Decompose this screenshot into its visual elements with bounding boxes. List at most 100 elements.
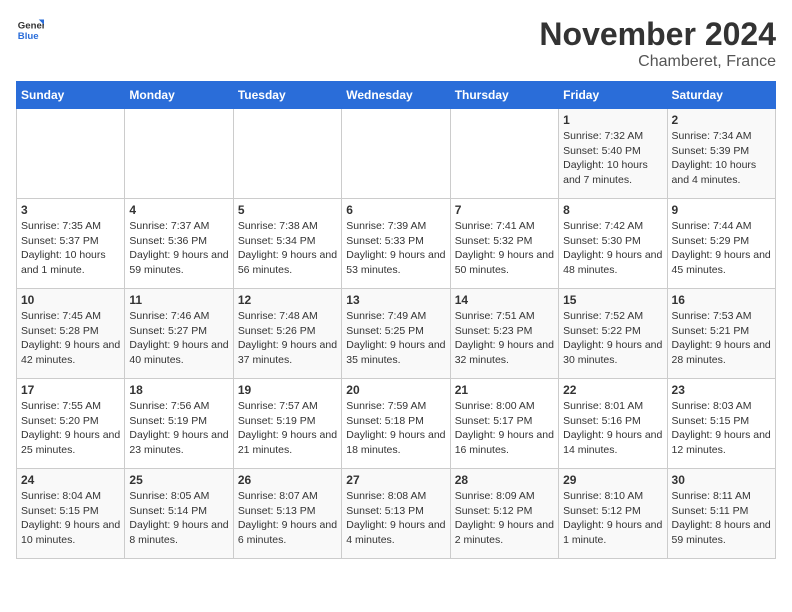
table-row: 30Sunrise: 8:11 AM Sunset: 5:11 PM Dayli… — [667, 469, 775, 559]
title-area: November 2024 Chamberet, France — [539, 16, 776, 71]
table-row: 6 Sunrise: 7:39 AM Sunset: 5:33 PM Daylig… — [342, 199, 450, 289]
day-detail: Sunrise: 7:52 AM Sunset: 5:22 PM Dayligh… — [563, 309, 662, 368]
table-row: 13Sunrise: 7:49 AM Sunset: 5:25 PM Dayli… — [342, 289, 450, 379]
day-number: 12 — [238, 293, 337, 307]
day-number: 25 — [129, 473, 228, 487]
calendar-week-row: 3Sunrise: 7:35 AM Sunset: 5:37 PM Daylig… — [17, 199, 776, 289]
day-number: 5 — [238, 203, 337, 217]
table-row: 2 Sunrise: 7:34 AM Sunset: 5:39 PM Daylig… — [667, 109, 775, 199]
day-detail: Sunrise: 7:46 AM Sunset: 5:27 PM Dayligh… — [129, 309, 228, 368]
table-row: 19 Sunrise: 7:57 AM Sunset: 5:19 PM Dayli… — [233, 379, 341, 469]
table-row: 16 Sunrise: 7:53 AM Sunset: 5:21 PM Dayli… — [667, 289, 775, 379]
day-detail: Sunrise: 8:09 AM Sunset: 5:12 PM Dayligh… — [455, 489, 554, 548]
day-detail: Sunrise: 7:44 AM Sunset: 5:29 PM Dayligh… — [672, 219, 771, 278]
header-wednesday: Wednesday — [342, 82, 450, 109]
table-row: 15 Sunrise: 7:52 AM Sunset: 5:22 PM Dayli… — [559, 289, 667, 379]
day-detail: Sunrise: 7:34 AM Sunset: 5:39 PM Dayligh… — [672, 129, 771, 188]
day-detail: Sunrise: 7:32 AM Sunset: 5:40 PM Dayligh… — [563, 129, 662, 188]
day-detail: Sunrise: 7:55 AM Sunset: 5:20 PM Dayligh… — [21, 399, 120, 458]
day-detail: Sunrise: 7:41 AM Sunset: 5:32 PM Dayligh… — [455, 219, 554, 278]
table-row: 25Sunrise: 8:05 AM Sunset: 5:14 PM Dayli… — [125, 469, 233, 559]
table-row: 12 Sunrise: 7:48 AM Sunset: 5:26 PM Dayli… — [233, 289, 341, 379]
table-row — [17, 109, 125, 199]
day-number: 6 — [346, 203, 445, 217]
day-number: 1 — [563, 113, 662, 127]
table-row — [342, 109, 450, 199]
calendar-week-row: 10Sunrise: 7:45 AM Sunset: 5:28 PM Dayli… — [17, 289, 776, 379]
day-detail: Sunrise: 8:08 AM Sunset: 5:13 PM Dayligh… — [346, 489, 445, 548]
table-row: 22Sunrise: 8:01 AM Sunset: 5:16 PM Dayli… — [559, 379, 667, 469]
day-number: 26 — [238, 473, 337, 487]
table-row: 18 Sunrise: 7:56 AM Sunset: 5:19 PM Dayli… — [125, 379, 233, 469]
day-number: 27 — [346, 473, 445, 487]
day-detail: Sunrise: 8:03 AM Sunset: 5:15 PM Dayligh… — [672, 399, 771, 458]
day-number: 30 — [672, 473, 771, 487]
table-row — [125, 109, 233, 199]
table-row: 8 Sunrise: 7:42 AM Sunset: 5:30 PM Daylig… — [559, 199, 667, 289]
header-sunday: Sunday — [17, 82, 125, 109]
table-row: 26 Sunrise: 8:07 AM Sunset: 5:13 PM Dayli… — [233, 469, 341, 559]
table-row: 21 Sunrise: 8:00 AM Sunset: 5:17 PM Dayli… — [450, 379, 558, 469]
table-row: 9 Sunrise: 7:44 AM Sunset: 5:29 PM Daylig… — [667, 199, 775, 289]
logo-icon: General Blue — [16, 16, 44, 44]
day-number: 8 — [563, 203, 662, 217]
table-row — [450, 109, 558, 199]
table-row: 3Sunrise: 7:35 AM Sunset: 5:37 PM Daylig… — [17, 199, 125, 289]
day-number: 23 — [672, 383, 771, 397]
day-number: 24 — [21, 473, 120, 487]
table-row: 14 Sunrise: 7:51 AM Sunset: 5:23 PM Dayli… — [450, 289, 558, 379]
table-row: 24 Sunrise: 8:04 AM Sunset: 5:15 PM Dayli… — [17, 469, 125, 559]
day-number: 14 — [455, 293, 554, 307]
day-detail: Sunrise: 7:56 AM Sunset: 5:19 PM Dayligh… — [129, 399, 228, 458]
table-row: 29 Sunrise: 8:10 AM Sunset: 5:12 PM Dayli… — [559, 469, 667, 559]
calendar-week-row: 1 Sunrise: 7:32 AM Sunset: 5:40 PM Daylig… — [17, 109, 776, 199]
day-detail: Sunrise: 8:10 AM Sunset: 5:12 PM Dayligh… — [563, 489, 662, 548]
logo: General Blue — [16, 16, 44, 44]
table-row: 7Sunrise: 7:41 AM Sunset: 5:32 PM Daylig… — [450, 199, 558, 289]
day-number: 15 — [563, 293, 662, 307]
svg-text:Blue: Blue — [18, 31, 39, 42]
day-detail: Sunrise: 7:53 AM Sunset: 5:21 PM Dayligh… — [672, 309, 771, 368]
day-detail: Sunrise: 7:45 AM Sunset: 5:28 PM Dayligh… — [21, 309, 120, 368]
day-detail: Sunrise: 8:00 AM Sunset: 5:17 PM Dayligh… — [455, 399, 554, 458]
table-row: 4Sunrise: 7:37 AM Sunset: 5:36 PM Daylig… — [125, 199, 233, 289]
day-detail: Sunrise: 8:07 AM Sunset: 5:13 PM Dayligh… — [238, 489, 337, 548]
calendar-week-row: 24 Sunrise: 8:04 AM Sunset: 5:15 PM Dayli… — [17, 469, 776, 559]
day-detail: Sunrise: 8:04 AM Sunset: 5:15 PM Dayligh… — [21, 489, 120, 548]
table-row: 28 Sunrise: 8:09 AM Sunset: 5:12 PM Dayli… — [450, 469, 558, 559]
table-row: 11 Sunrise: 7:46 AM Sunset: 5:27 PM Dayli… — [125, 289, 233, 379]
day-number: 3 — [21, 203, 120, 217]
day-detail: Sunrise: 7:51 AM Sunset: 5:23 PM Dayligh… — [455, 309, 554, 368]
day-number: 22 — [563, 383, 662, 397]
day-number: 18 — [129, 383, 228, 397]
table-row: 17 Sunrise: 7:55 AM Sunset: 5:20 PM Dayli… — [17, 379, 125, 469]
day-number: 21 — [455, 383, 554, 397]
header-thursday: Thursday — [450, 82, 558, 109]
day-number: 9 — [672, 203, 771, 217]
day-number: 17 — [21, 383, 120, 397]
header-saturday: Saturday — [667, 82, 775, 109]
header-tuesday: Tuesday — [233, 82, 341, 109]
calendar-title: November 2024 — [539, 16, 776, 53]
day-detail: Sunrise: 7:42 AM Sunset: 5:30 PM Dayligh… — [563, 219, 662, 278]
table-row: 10Sunrise: 7:45 AM Sunset: 5:28 PM Dayli… — [17, 289, 125, 379]
header-friday: Friday — [559, 82, 667, 109]
table-row: 5Sunrise: 7:38 AM Sunset: 5:34 PM Daylig… — [233, 199, 341, 289]
table-row: 27 Sunrise: 8:08 AM Sunset: 5:13 PM Dayli… — [342, 469, 450, 559]
table-row: 23 Sunrise: 8:03 AM Sunset: 5:15 PM Dayli… — [667, 379, 775, 469]
weekday-header-row: Sunday Monday Tuesday Wednesday Thursday… — [17, 82, 776, 109]
day-number: 2 — [672, 113, 771, 127]
day-number: 19 — [238, 383, 337, 397]
calendar-table: Sunday Monday Tuesday Wednesday Thursday… — [16, 81, 776, 559]
day-detail: Sunrise: 7:49 AM Sunset: 5:25 PM Dayligh… — [346, 309, 445, 368]
day-number: 11 — [129, 293, 228, 307]
header-monday: Monday — [125, 82, 233, 109]
day-detail: Sunrise: 7:57 AM Sunset: 5:19 PM Dayligh… — [238, 399, 337, 458]
day-number: 29 — [563, 473, 662, 487]
day-detail: Sunrise: 7:39 AM Sunset: 5:33 PM Dayligh… — [346, 219, 445, 278]
day-detail: Sunrise: 7:48 AM Sunset: 5:26 PM Dayligh… — [238, 309, 337, 368]
day-number: 28 — [455, 473, 554, 487]
day-detail: Sunrise: 7:37 AM Sunset: 5:36 PM Dayligh… — [129, 219, 228, 278]
calendar-week-row: 17 Sunrise: 7:55 AM Sunset: 5:20 PM Dayli… — [17, 379, 776, 469]
day-number: 16 — [672, 293, 771, 307]
